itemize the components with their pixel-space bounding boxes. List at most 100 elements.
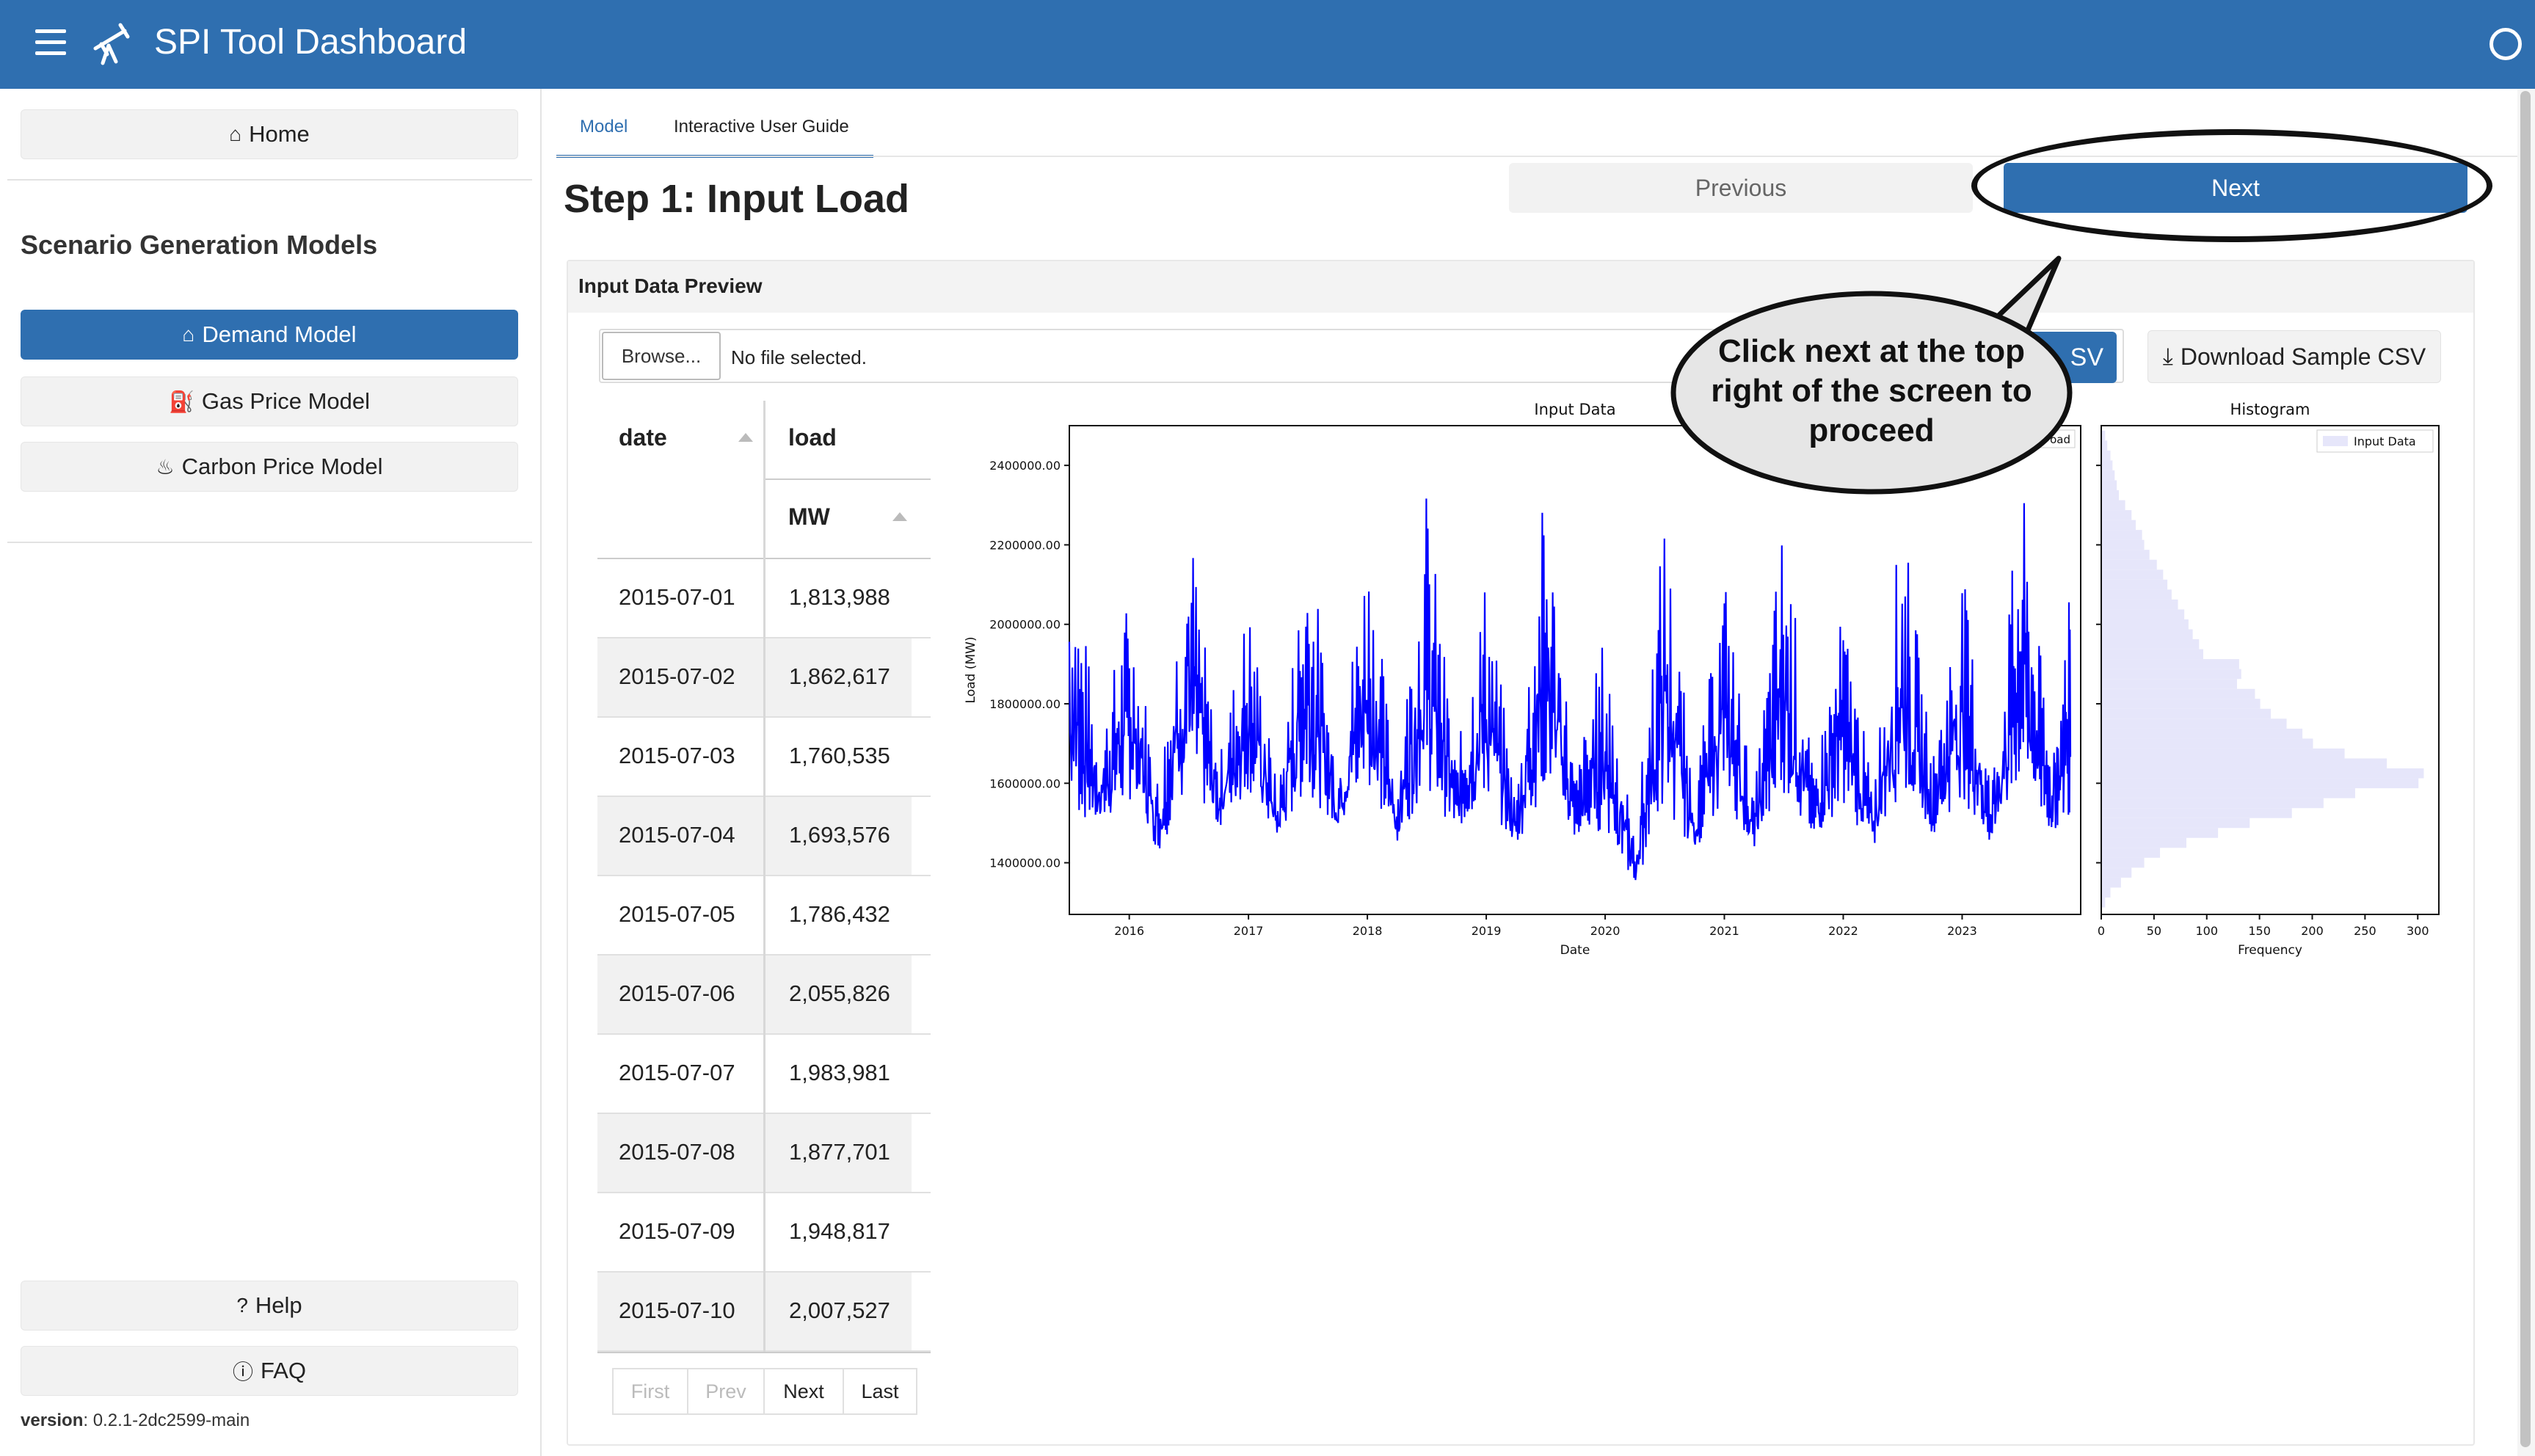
version-text: version: 0.2.1-2dc2599-main	[21, 1410, 250, 1431]
load-cell: 1,862,617	[789, 663, 890, 689]
histogram-bar	[2102, 748, 2345, 759]
download-sample-csv-button[interactable]: ⤓ Download Sample CSV	[2147, 330, 2441, 383]
load-cell: 1,786,432	[789, 901, 890, 927]
histogram-bar	[2102, 768, 2424, 779]
histogram-bar	[2102, 550, 2150, 560]
load-cell: 1,877,701	[789, 1139, 890, 1165]
y-tick-label: 2000000.00	[989, 618, 1061, 632]
x-axis-label: Date	[1560, 943, 1590, 958]
column-header-date[interactable]: date	[619, 424, 667, 451]
help-label: Help	[255, 1292, 302, 1318]
histogram-legend-label: Input Data	[2354, 434, 2416, 448]
histogram-bar	[2102, 629, 2193, 640]
histogram-bar	[2102, 530, 2142, 540]
download-icon: ⤓	[2162, 343, 2173, 369]
x-tick-label: 2023	[1947, 924, 1977, 938]
histogram-bar	[2102, 639, 2200, 649]
browse-button[interactable]: Browse...	[602, 332, 721, 380]
histogram-bar	[2102, 450, 2111, 461]
help-button[interactable]: ? Help	[21, 1281, 518, 1331]
histogram-bar	[2102, 510, 2132, 520]
y-tick-label: 1600000.00	[989, 776, 1061, 790]
histogram-bar	[2102, 520, 2136, 531]
sidebar-item-carbon-price-model[interactable]: ♨ Carbon Price Model	[21, 442, 518, 492]
page-title: Step 1: Input Load	[564, 177, 909, 221]
tab-interactive-user-guide[interactable]: Interactive User Guide	[674, 117, 849, 137]
date-cell: 2015-07-03	[619, 743, 735, 768]
version-value: : 0.2.1-2dc2599-main	[83, 1410, 250, 1430]
pager-prev-button[interactable]: Prev	[687, 1368, 765, 1415]
app-title: SPI Tool Dashboard	[154, 23, 468, 62]
scrollbar-thumb[interactable]	[2520, 91, 2531, 1447]
histogram-bar	[2102, 569, 2164, 580]
y-tick-label: 2200000.00	[989, 538, 1061, 552]
sidebar-item-label: Gas Price Model	[201, 388, 370, 414]
load-cell: 1,693,576	[789, 822, 890, 848]
column-header-unit[interactable]: MW	[788, 503, 830, 531]
histogram-bar	[2102, 539, 2145, 550]
histogram-bar	[2102, 887, 2111, 898]
home-button[interactable]: ⌂ Home	[21, 109, 518, 159]
date-cell: 2015-07-01	[619, 584, 735, 610]
histogram-legend-swatch	[2323, 436, 2348, 446]
histogram-bar	[2102, 828, 2219, 838]
date-cell: 2015-07-04	[619, 822, 735, 848]
sidebar-item-demand-model[interactable]: ⌂ Demand Model	[21, 310, 518, 360]
sort-arrow-icon[interactable]	[892, 512, 907, 521]
sidebar-divider	[7, 542, 532, 543]
table-bottom-border	[597, 1352, 931, 1353]
y-tick-label: 1400000.00	[989, 856, 1061, 870]
load-cell: 1,948,817	[789, 1218, 890, 1244]
histogram-bar	[2102, 460, 2113, 470]
histogram-title: Histogram	[2230, 401, 2310, 418]
sort-arrow-icon[interactable]	[738, 433, 753, 442]
x-tick-label: 2019	[1472, 924, 1502, 938]
histogram-bar	[2102, 559, 2157, 570]
histogram-bar	[2102, 897, 2106, 908]
x-tick-label: 250	[2354, 924, 2376, 938]
sidebar-item-gas-price-model[interactable]: ⛽ Gas Price Model	[21, 376, 518, 426]
pager-first-button[interactable]: First	[612, 1368, 688, 1415]
x-tick-label: 2017	[1234, 924, 1264, 938]
date-cell: 2015-07-02	[619, 663, 735, 689]
histogram-bar	[2102, 688, 2255, 699]
column-header-load: load	[788, 424, 837, 451]
fuel-pump-icon: ⛽	[168, 390, 194, 413]
load-cell: 1,813,988	[789, 584, 890, 610]
card-title: Input Data Preview	[578, 274, 763, 297]
x-tick-label: 100	[2195, 924, 2218, 938]
load-cell: 1,983,981	[789, 1060, 890, 1085]
histogram-bar	[2102, 679, 2237, 689]
histogram-bar	[2102, 599, 2178, 610]
histogram-bar	[2102, 758, 2387, 769]
status-circle-icon[interactable]	[2489, 28, 2522, 60]
info-circle-icon: ⓘ	[232, 1361, 253, 1383]
histogram-bar	[2102, 659, 2239, 669]
y-axis-label: Load (MW)	[964, 637, 978, 704]
histogram-bar	[2102, 579, 2168, 590]
home-label: Home	[249, 121, 310, 147]
version-key: version	[21, 1410, 84, 1430]
histogram-x-label: Frequency	[2238, 943, 2302, 958]
tab-model[interactable]: Model	[580, 117, 628, 137]
menu-icon[interactable]	[35, 29, 66, 59]
pager-last-button[interactable]: Last	[843, 1368, 917, 1415]
histogram-bar	[2102, 669, 2241, 680]
highlight-ellipse	[1971, 129, 2492, 242]
previous-button[interactable]: Previous	[1509, 163, 1973, 213]
histogram-bar	[2102, 738, 2313, 749]
faq-button[interactable]: ⓘ FAQ	[21, 1346, 518, 1396]
question-circle-icon: ?	[236, 1294, 248, 1317]
histogram-bar	[2102, 708, 2271, 719]
app-header: SPI Tool Dashboard	[0, 0, 2535, 89]
x-tick-label: 150	[2248, 924, 2271, 938]
sidebar-divider	[7, 179, 532, 181]
chart-title: Input Data	[1534, 401, 1615, 418]
histogram-bar	[2102, 649, 2203, 660]
callout-line: proceed	[1808, 412, 1934, 448]
faq-label: FAQ	[261, 1358, 307, 1383]
pager-next-button[interactable]: Next	[763, 1368, 844, 1415]
histogram-bar	[2102, 430, 2106, 441]
tab-bar: Model Interactive User Guide	[556, 106, 873, 158]
callout-line: Click next at the top	[1718, 333, 2025, 369]
